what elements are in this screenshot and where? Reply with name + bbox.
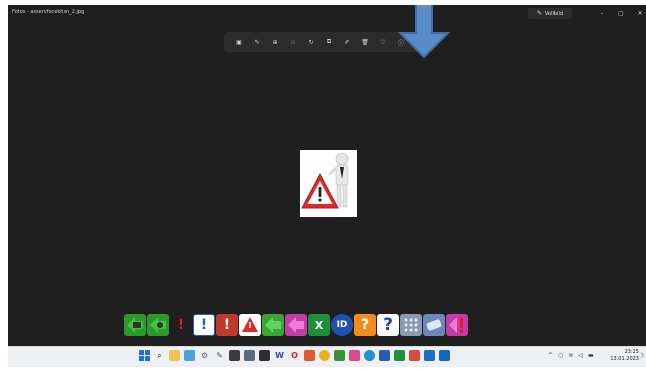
edit-icon[interactable]: ✎ [251, 36, 263, 48]
chevron-up-icon[interactable]: ^ [548, 352, 553, 359]
settings-icon[interactable]: ⚙ [199, 350, 210, 361]
wifi-icon[interactable]: ≋ [568, 352, 573, 359]
minimize-button[interactable]: – [595, 7, 609, 19]
opera-icon[interactable]: O [289, 350, 300, 361]
notes-icon[interactable] [244, 350, 255, 361]
cloud-icon[interactable]: ○ [558, 352, 563, 359]
zoom-out-icon[interactable]: ⊖ [287, 36, 299, 48]
file-explorer-icon[interactable] [169, 350, 180, 361]
maximize-button[interactable]: ▢ [614, 7, 628, 19]
question-blue-icon[interactable]: ? [377, 314, 399, 336]
question-orange-icon[interactable]: ? [354, 314, 376, 336]
markup-icon[interactable]: ✐ [341, 36, 353, 48]
pink-alert-icon[interactable] [446, 314, 468, 336]
id-badge-icon[interactable]: ID [331, 314, 353, 336]
green-arrow-icon[interactable] [262, 314, 284, 336]
chat-icon[interactable]: ✎ [214, 350, 225, 361]
mail-icon[interactable] [304, 350, 315, 361]
outlook-icon[interactable] [424, 350, 435, 361]
taskbar-apps: ⌕ ⚙ ✎ W O [139, 350, 450, 361]
system-tray: ^ ○ ≋ ◁ ▬ [548, 352, 594, 359]
store-icon[interactable] [334, 350, 345, 361]
alert-sign-icon[interactable]: ! [216, 314, 238, 336]
notification-icon[interactable]: ☽ [638, 352, 644, 360]
widgets-icon[interactable] [184, 350, 195, 361]
warning-man-photo [300, 150, 357, 217]
editor-icon[interactable]: W [274, 350, 285, 361]
crop-icon[interactable]: ⧉ [323, 36, 335, 48]
calculator-icon[interactable] [229, 350, 240, 361]
icon-dock: ! ! ! X ID ? ? [124, 313, 544, 337]
battery-icon[interactable]: ▬ [588, 352, 594, 359]
zoom-in-icon[interactable]: ⊕ [269, 36, 281, 48]
photos-window: Fotos - asservfocekhsn_2.jpg ✎ Vollbild … [8, 5, 646, 346]
clock[interactable]: 23:25 13.01.2023 [609, 349, 639, 363]
exclamation-icon[interactable]: ! [170, 314, 192, 336]
paint-icon[interactable] [349, 350, 360, 361]
grid-pattern-icon[interactable] [400, 314, 422, 336]
info-exclamation-icon[interactable]: ! [193, 314, 215, 336]
rotate-icon[interactable]: ↻ [305, 36, 317, 48]
start-icon[interactable] [139, 350, 150, 361]
excel-icon[interactable] [394, 350, 405, 361]
fullscreen-button[interactable]: ✎ Vollbild [528, 8, 572, 19]
tag-icon[interactable] [423, 314, 445, 336]
window-title: Fotos - asservfocekhsn_2.jpg [12, 9, 85, 15]
edge-icon[interactable] [364, 350, 375, 361]
close-button[interactable]: ✕ [633, 7, 646, 19]
search-icon[interactable]: ⌕ [154, 350, 165, 361]
delete-icon[interactable]: 🗑 [359, 36, 371, 48]
taskbar: ⌕ ⚙ ✎ W O ^ ○ ≋ ◁ ▬ 23:25 13.01.2023 ☽ [8, 346, 646, 367]
chrome-icon[interactable] [319, 350, 330, 361]
back-arrow-green-icon[interactable] [124, 314, 146, 336]
volume-icon[interactable]: ◁ [578, 352, 583, 359]
clock-time: 23:25 [624, 349, 639, 355]
title-bar: Fotos - asservfocekhsn_2.jpg ✎ Vollbild … [8, 5, 646, 21]
favorite-icon[interactable]: ♡ [377, 36, 389, 48]
view-icon[interactable]: ▣ [233, 36, 245, 48]
pink-arrow-icon[interactable] [285, 314, 307, 336]
terminal-icon[interactable] [259, 350, 270, 361]
onedrive-icon[interactable] [439, 350, 450, 361]
pen-icon: ✎ [536, 10, 543, 17]
warning-triangle-icon[interactable] [239, 314, 261, 336]
photos-icon[interactable] [409, 350, 420, 361]
back-arrow-green-icon[interactable] [147, 314, 169, 336]
fullscreen-label: Vollbild [545, 10, 564, 17]
clock-date: 13.01.2023 [610, 356, 639, 362]
word-icon[interactable] [379, 350, 390, 361]
arrow-down-icon [397, 5, 451, 59]
spreadsheet-icon[interactable]: X [308, 314, 330, 336]
